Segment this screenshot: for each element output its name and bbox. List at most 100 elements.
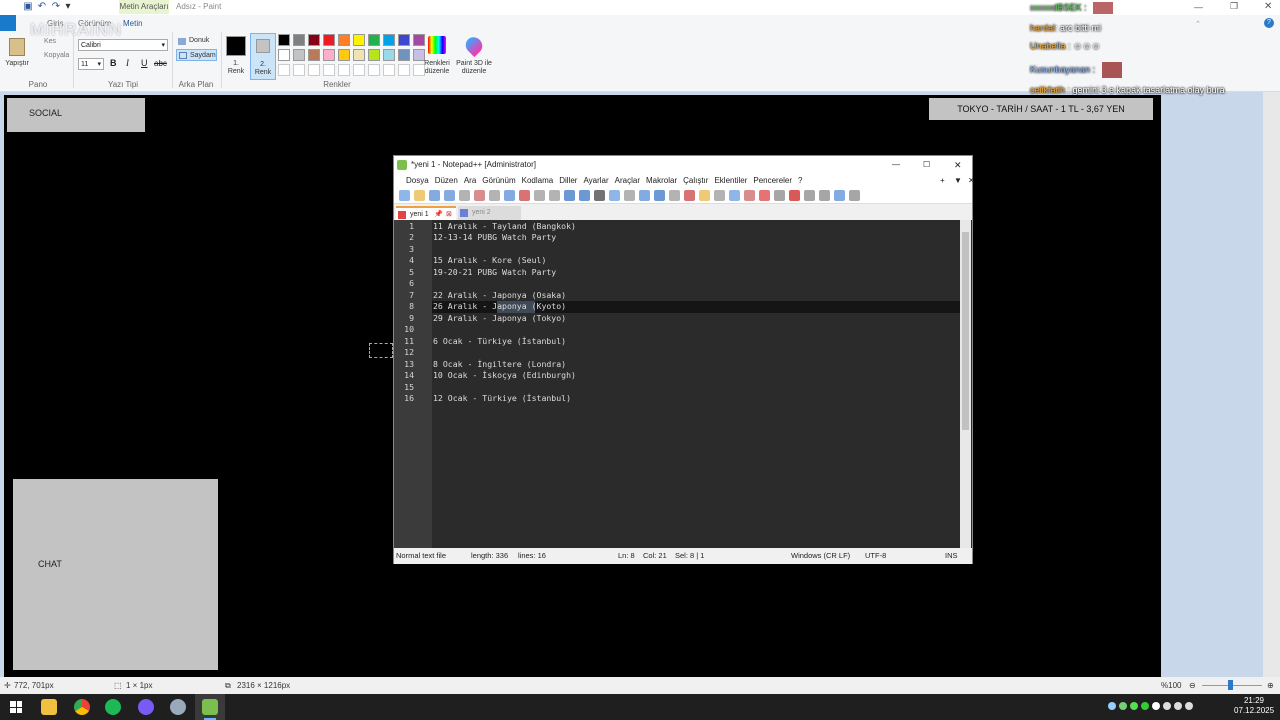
menu-item[interactable]: Makrolar bbox=[646, 176, 677, 185]
menu-item[interactable]: Diller bbox=[559, 176, 577, 185]
tray-icon[interactable] bbox=[1108, 702, 1116, 710]
transparent-button[interactable]: Saydam bbox=[176, 49, 217, 61]
color1-swatch[interactable] bbox=[226, 36, 246, 56]
menu-item[interactable]: Dosya bbox=[406, 176, 429, 185]
custom-color-slot[interactable] bbox=[398, 64, 410, 76]
palette-color-swatch[interactable] bbox=[293, 34, 305, 46]
palette-color-swatch[interactable] bbox=[353, 49, 365, 61]
undo-icon[interactable]: ↶ bbox=[36, 1, 48, 13]
editor-line[interactable]: 12-13-14 PUBG Watch Party bbox=[433, 232, 556, 244]
palette-color-swatch[interactable] bbox=[383, 34, 395, 46]
palette-color-swatch[interactable] bbox=[338, 49, 350, 61]
custom-color-slot[interactable] bbox=[323, 64, 335, 76]
tray-icon[interactable] bbox=[1185, 702, 1193, 710]
file-tab[interactable] bbox=[0, 15, 16, 31]
menu-item[interactable]: Ayarlar bbox=[583, 176, 608, 185]
editor-line[interactable]: 6 Ocak - Türkiye (İstanbul) bbox=[433, 336, 566, 348]
toolbar-button-icon[interactable] bbox=[609, 190, 620, 201]
paint3d-button[interactable]: Paint 3D ile düzenle bbox=[456, 60, 492, 76]
palette-color-swatch[interactable] bbox=[308, 34, 320, 46]
custom-color-slot[interactable] bbox=[368, 64, 380, 76]
toolbar-button-icon[interactable] bbox=[669, 190, 680, 201]
palette-color-swatch[interactable] bbox=[338, 34, 350, 46]
discord-icon[interactable] bbox=[138, 699, 154, 715]
toolbar-button-icon[interactable] bbox=[729, 190, 740, 201]
tray-icon[interactable] bbox=[1163, 702, 1171, 710]
toolbar-button-icon[interactable] bbox=[684, 190, 695, 201]
editor-line[interactable]: 29 Aralık - Japonya (Tokyo) bbox=[433, 313, 566, 325]
editor-line[interactable]: 10 Ocak - İskoçya (Edinburgh) bbox=[433, 370, 576, 382]
toolbar-button-icon[interactable] bbox=[624, 190, 635, 201]
app-icon[interactable] bbox=[170, 699, 186, 715]
zoom-slider-thumb[interactable] bbox=[1228, 680, 1233, 690]
palette-color-swatch[interactable] bbox=[398, 49, 410, 61]
redo-icon[interactable]: ↷ bbox=[50, 1, 62, 13]
edit-colors-icon[interactable] bbox=[428, 36, 446, 54]
toolbar-button-icon[interactable] bbox=[579, 190, 590, 201]
toolbar-button-icon[interactable] bbox=[744, 190, 755, 201]
zoom-out-icon[interactable]: ⊖ bbox=[1189, 677, 1196, 694]
tray-icon[interactable] bbox=[1174, 702, 1182, 710]
menu-item[interactable]: Kodlama bbox=[522, 176, 554, 185]
notepad-maximize-button[interactable]: ☐ bbox=[923, 156, 930, 174]
editor-vertical-scrollbar[interactable] bbox=[960, 220, 971, 548]
color2-button[interactable]: 2. Renk bbox=[250, 33, 276, 80]
tray-icon[interactable] bbox=[1119, 702, 1127, 710]
menu-item[interactable]: ? bbox=[798, 176, 802, 185]
italic-button[interactable]: I bbox=[126, 58, 129, 68]
palette-color-swatch[interactable] bbox=[368, 34, 380, 46]
menu-item[interactable]: Pencereler bbox=[753, 176, 792, 185]
toolbar-button-icon[interactable] bbox=[414, 190, 425, 201]
menu-item[interactable]: Düzen bbox=[435, 176, 458, 185]
toolbar-button-icon[interactable] bbox=[459, 190, 470, 201]
tab-text[interactable]: Metin bbox=[123, 17, 143, 30]
chrome-icon[interactable] bbox=[74, 699, 90, 715]
custom-color-slot[interactable] bbox=[338, 64, 350, 76]
toolbar-button-icon[interactable] bbox=[714, 190, 725, 201]
menu-item[interactable]: Çalıştır bbox=[683, 176, 708, 185]
menu-item[interactable]: Ara bbox=[464, 176, 476, 185]
toolbar-button-icon[interactable] bbox=[504, 190, 515, 201]
notepad-close-button[interactable]: ✕ bbox=[954, 156, 962, 174]
toolbar-button-icon[interactable] bbox=[774, 190, 785, 201]
custom-color-slot[interactable] bbox=[308, 64, 320, 76]
palette-color-swatch[interactable] bbox=[293, 49, 305, 61]
editor-line[interactable]: 19-20-21 PUBG Watch Party bbox=[433, 267, 556, 279]
toolbar-button-icon[interactable] bbox=[819, 190, 830, 201]
zoom-in-icon[interactable]: ⊕ bbox=[1267, 677, 1274, 694]
editor-line[interactable]: 26 Aralık - Japonya (Kyoto) bbox=[433, 301, 566, 313]
menu-item[interactable]: Eklentiler bbox=[714, 176, 747, 185]
font-family-select[interactable]: Calibri ▾ bbox=[78, 39, 168, 51]
tab-list-icon[interactable]: ▼ bbox=[954, 174, 962, 188]
toolbar-button-icon[interactable] bbox=[489, 190, 500, 201]
text-tools-context-tab[interactable]: Metin Araçları bbox=[119, 0, 169, 14]
edit-colors-button[interactable]: Renkleri düzenle bbox=[422, 60, 452, 76]
paste-button[interactable]: Yapıştır bbox=[3, 60, 31, 68]
notepad-editor[interactable]: 1 2 3 4 5 6 7 8 9 10 11 12 13 14 15 16 11 Aralık - Tayl… bbox=[394, 220, 972, 548]
tray-icon[interactable] bbox=[1152, 702, 1160, 710]
toolbar-button-icon[interactable] bbox=[834, 190, 845, 201]
toolbar-button-icon[interactable] bbox=[699, 190, 710, 201]
toolbar-button-icon[interactable] bbox=[519, 190, 530, 201]
palette-color-swatch[interactable] bbox=[353, 34, 365, 46]
toolbar-button-icon[interactable] bbox=[549, 190, 560, 201]
copy-button[interactable]: Kopyala bbox=[44, 52, 69, 60]
custom-color-slot[interactable] bbox=[383, 64, 395, 76]
toolbar-button-icon[interactable] bbox=[789, 190, 800, 201]
start-button[interactable] bbox=[10, 701, 22, 713]
canvas-vertical-scrollbar[interactable] bbox=[1263, 92, 1280, 677]
toolbar-button-icon[interactable] bbox=[534, 190, 545, 201]
scroll-thumb[interactable] bbox=[962, 232, 969, 430]
text-selection-box[interactable] bbox=[369, 343, 393, 358]
toolbar-button-icon[interactable] bbox=[594, 190, 605, 201]
paint3d-icon[interactable] bbox=[462, 33, 486, 58]
toolbar-button-icon[interactable] bbox=[429, 190, 440, 201]
menu-item[interactable]: Görünüm bbox=[482, 176, 515, 185]
palette-color-swatch[interactable] bbox=[413, 34, 425, 46]
close-document-icon[interactable]: ✕ bbox=[968, 174, 975, 188]
custom-color-slot[interactable] bbox=[353, 64, 365, 76]
underline-button[interactable]: U bbox=[141, 58, 148, 68]
file-explorer-icon[interactable] bbox=[41, 699, 57, 715]
tab-yeni-2[interactable]: yeni 2 bbox=[458, 206, 521, 220]
custom-color-slot[interactable] bbox=[278, 64, 290, 76]
